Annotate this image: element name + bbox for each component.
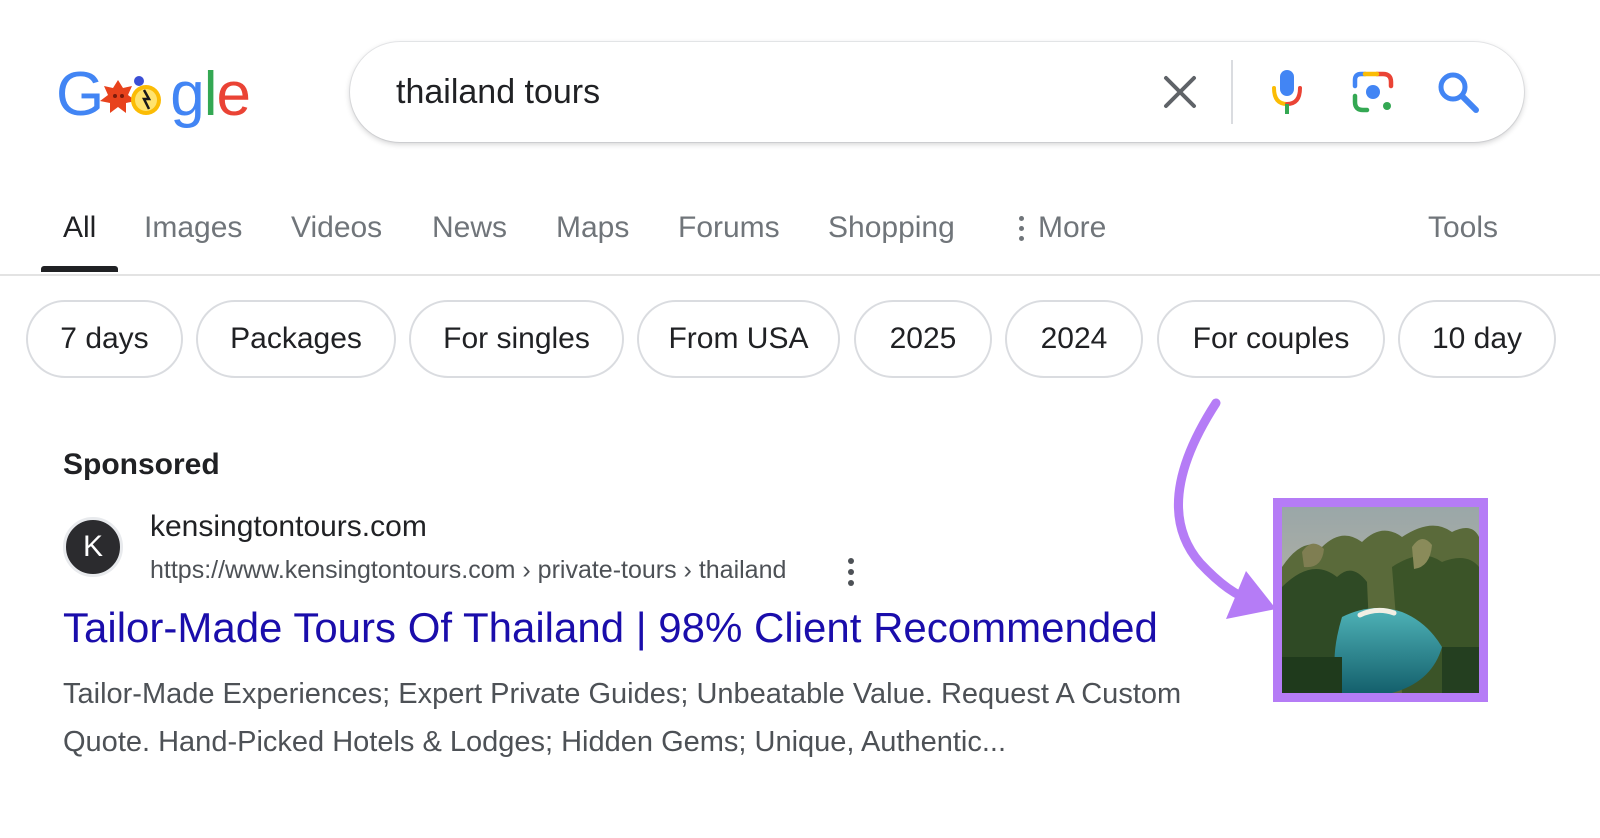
tab-shopping[interactable]: Shopping xyxy=(828,208,955,248)
tab-more[interactable]: More xyxy=(1018,208,1106,248)
ad-description-line-2: Quote. Hand-Picked Hotels & Lodges; Hidd… xyxy=(63,726,1007,758)
result-options-button[interactable] xyxy=(838,555,864,589)
clear-button[interactable] xyxy=(1155,67,1205,117)
mic-icon xyxy=(1272,70,1302,114)
site-favicon[interactable]: K xyxy=(63,517,123,577)
voice-search-button[interactable] xyxy=(1262,67,1312,117)
tab-images[interactable]: Images xyxy=(144,208,242,248)
tab-forums[interactable]: Forums xyxy=(678,208,780,248)
ad-description: Tailor-Made Experiences; Expert Private … xyxy=(63,670,1263,766)
ad-thumbnail-highlighted[interactable] xyxy=(1273,498,1488,702)
site-url[interactable]: https://www.kensingtontours.com › privat… xyxy=(150,556,786,585)
chip-10-day[interactable]: 10 day xyxy=(1398,300,1556,378)
tab-maps[interactable]: Maps xyxy=(556,208,629,248)
annotation-arrow-icon xyxy=(1173,398,1276,619)
search-divider xyxy=(1231,60,1233,124)
chip-packages[interactable]: Packages xyxy=(196,300,396,378)
tab-all[interactable]: All xyxy=(63,208,96,248)
chip-for-couples[interactable]: For couples xyxy=(1157,300,1385,378)
doodle-icon xyxy=(100,76,161,115)
kebab-icon xyxy=(848,558,854,586)
chip-2025[interactable]: 2025 xyxy=(854,300,992,378)
chip-from-usa[interactable]: From USA xyxy=(637,300,840,378)
active-tab-indicator xyxy=(41,266,118,272)
ad-description-line-1: Tailor-Made Experiences; Expert Private … xyxy=(63,678,1182,710)
clear-icon xyxy=(1164,76,1196,108)
tab-news[interactable]: News xyxy=(432,208,507,248)
tools-button[interactable]: Tools xyxy=(1428,208,1498,248)
search-box xyxy=(350,42,1524,142)
search-input[interactable] xyxy=(396,68,1116,116)
sponsored-label: Sponsored xyxy=(63,448,220,481)
tab-more-label: More xyxy=(1038,211,1107,244)
island-photo xyxy=(1282,507,1479,693)
search-icon xyxy=(1438,72,1479,113)
lens-search-button[interactable] xyxy=(1348,67,1398,117)
tab-videos[interactable]: Videos xyxy=(291,208,382,248)
site-name[interactable]: kensingtontours.com xyxy=(150,510,427,544)
chip-2024[interactable]: 2024 xyxy=(1005,300,1143,378)
chip-for-singles[interactable]: For singles xyxy=(409,300,624,378)
search-tabs: All Images Videos News Maps Forums Shopp… xyxy=(0,196,1600,276)
chip-7-days[interactable]: 7 days xyxy=(26,300,183,378)
more-dots-icon xyxy=(1018,215,1024,241)
ad-title-link[interactable]: Tailor-Made Tours Of Thailand | 98% Clie… xyxy=(63,604,1158,652)
lens-icon xyxy=(1352,71,1394,113)
favicon-letter: K xyxy=(82,530,103,563)
search-button[interactable] xyxy=(1433,67,1483,117)
google-logo[interactable]: Google xyxy=(56,60,256,130)
